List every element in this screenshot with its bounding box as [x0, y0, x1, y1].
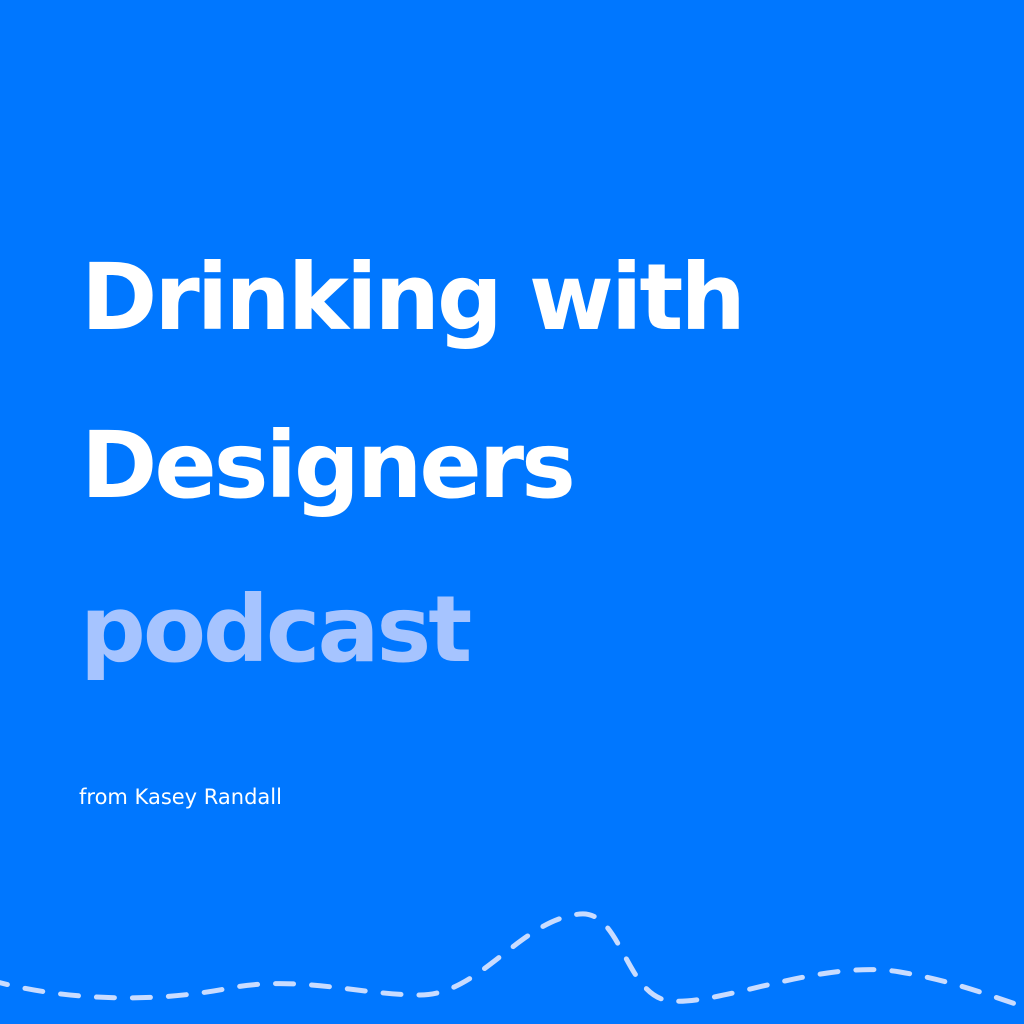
- byline: from Kasey Randall: [79, 785, 282, 809]
- wave-path: [0, 911, 1024, 1010]
- title-line-2: Designers: [81, 412, 576, 519]
- podcast-cover: Drinking with Designers podcast from Kas…: [0, 0, 1024, 1024]
- podcast-title: Drinking with Designers: [81, 244, 746, 584]
- dashed-wave-line: [0, 911, 1024, 1010]
- title-line-1: Drinking with: [81, 244, 746, 351]
- podcast-subtitle: podcast: [80, 576, 472, 683]
